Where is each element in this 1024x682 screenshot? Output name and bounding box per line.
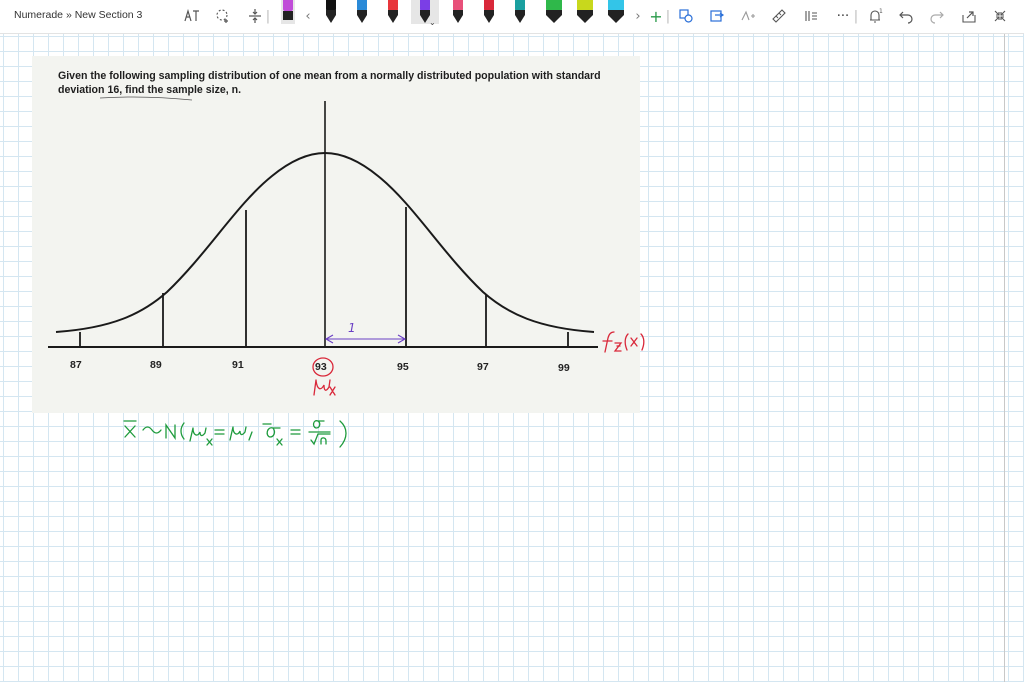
problem-statement: Given the following sampling distributio… (58, 70, 601, 96)
pen-black-1[interactable] (324, 0, 338, 24)
tick-label-89: 89 (150, 359, 162, 371)
tick-label-95: 95 (397, 361, 409, 373)
ink-replay-icon[interactable] (801, 6, 821, 26)
more-options-icon[interactable]: ··· (833, 6, 853, 26)
toolbar-separator: | (853, 8, 859, 24)
pen-crimson[interactable] (482, 0, 496, 24)
tick-label-97: 97 (477, 361, 489, 373)
pen-blue[interactable] (355, 0, 369, 24)
normal-distribution-figure: 87 89 91 93 95 97 99 (48, 96, 598, 374)
drawing-toolbar: Numerade » New Section 3 | ‹ ⌄ › + | ···… (0, 0, 1024, 34)
convert-ink-icon[interactable] (707, 6, 727, 26)
toolbar-separator: | (265, 8, 271, 24)
scroll-right-icon[interactable]: › (628, 6, 648, 26)
tick-label-87: 87 (70, 359, 82, 371)
ink-to-text-icon[interactable] (182, 6, 202, 26)
highlighter-cyan[interactable] (606, 0, 626, 24)
highlighter-green[interactable] (544, 0, 564, 24)
pencil-underline (99, 96, 193, 101)
scanned-problem-image: 87 89 91 93 95 97 99 (32, 56, 640, 413)
svg-text:1: 1 (879, 8, 883, 15)
pen-teal[interactable] (513, 0, 527, 24)
ruler-icon[interactable] (769, 6, 789, 26)
tick-label-93: 93 (315, 361, 327, 373)
toolbar-separator: | (665, 8, 671, 24)
tick-label-99: 99 (558, 362, 570, 374)
highlighter-lime[interactable] (575, 0, 595, 24)
pen-pink[interactable] (451, 0, 465, 24)
lasso-select-icon[interactable] (213, 6, 233, 26)
scroll-left-icon[interactable]: ‹ (298, 6, 318, 26)
page-edge-line (1004, 34, 1005, 682)
breadcrumb[interactable]: Numerade » New Section 3 (14, 9, 142, 21)
shapes-icon[interactable] (676, 6, 696, 26)
tick-label-91: 91 (232, 359, 244, 371)
chevron-down-icon[interactable]: ⌄ (429, 18, 436, 27)
share-icon[interactable] (959, 6, 979, 26)
math-icon[interactable] (738, 6, 758, 26)
pen-red[interactable] (386, 0, 400, 24)
add-pen-icon[interactable]: + (646, 6, 666, 26)
undo-icon[interactable] (896, 6, 916, 26)
insert-space-icon[interactable] (245, 6, 265, 26)
pen-violet-selected[interactable]: ⌄ (411, 0, 439, 27)
redo-icon[interactable] (927, 6, 947, 26)
pen-purple-highlighter[interactable] (281, 0, 295, 24)
notification-bell-icon[interactable]: 1 (865, 6, 885, 26)
collapse-toolbar-icon[interactable] (990, 6, 1010, 26)
